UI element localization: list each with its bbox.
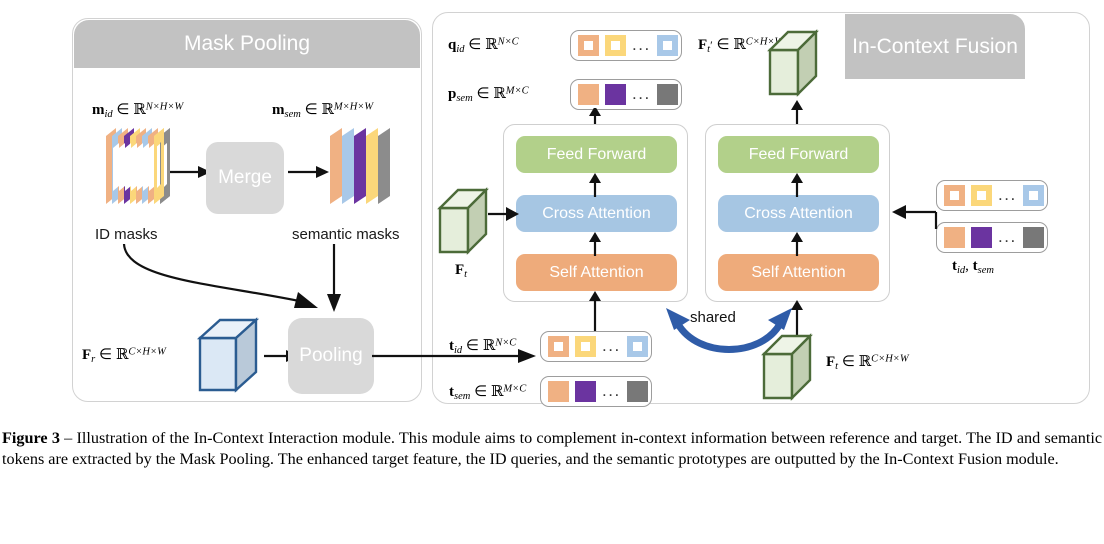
token-sem-1 <box>578 84 599 105</box>
token-ellipsis: ... <box>998 185 1017 205</box>
id-masks-math-label: mid ∈ ℝN×H×W <box>92 100 184 120</box>
arrow-sa-to-ca-right <box>791 232 803 256</box>
token-sem-m <box>656 84 678 105</box>
context-sem-token-strip: ... <box>936 222 1048 253</box>
arrow-ca-to-ff-right <box>791 173 803 197</box>
arrow-semantic-to-pooling <box>327 244 341 312</box>
arrow-sa-to-ca-left <box>589 232 601 256</box>
token-id-2 <box>605 35 626 56</box>
semantic-masks-stack <box>328 128 408 229</box>
token-id-n <box>626 336 648 357</box>
in-context-fusion-title: In-Context Fusion <box>845 14 1025 79</box>
token-sem-1 <box>944 227 965 248</box>
token-ellipsis: ... <box>632 35 651 55</box>
caption-label: Figure 3 <box>2 429 60 447</box>
ft-label-left: Ft <box>455 262 468 280</box>
reference-feature-cube <box>196 314 270 403</box>
pooling-block[interactable]: Pooling <box>288 318 374 394</box>
t-sem-math-label: tsem ∈ ℝM×C <box>449 382 527 402</box>
output-target-feature-cube <box>766 28 828 107</box>
token-sem-2 <box>605 84 626 105</box>
figure-caption: Figure 3 – Illustration of the In-Contex… <box>2 428 1102 471</box>
token-id-1 <box>578 35 599 56</box>
reference-feature-math-label: Fr ∈ ℝC×H×W <box>82 345 166 365</box>
self-attention-layer-left[interactable]: Self Attention <box>516 254 677 291</box>
p-sem-math-label: psem ∈ ℝM×C <box>448 84 529 104</box>
merge-block[interactable]: Merge <box>206 142 284 214</box>
mask-pooling-title: Mask Pooling <box>74 20 420 68</box>
caption-dash: – <box>59 429 77 447</box>
token-sem-2 <box>971 227 992 248</box>
q-id-math-label: qid ∈ ℝN×C <box>448 35 519 55</box>
token-sem-m <box>626 381 648 402</box>
token-ellipsis: ... <box>602 336 621 356</box>
token-id-1 <box>548 336 569 357</box>
t-id-token-strip: ... <box>540 331 652 362</box>
token-ellipsis: ... <box>632 84 651 104</box>
transformer-block-right: Feed Forward Cross Attention Self Attent… <box>705 124 890 302</box>
semantic-masks-math-label: msem ∈ ℝM×H×W <box>272 100 374 120</box>
feed-forward-layer-right[interactable]: Feed Forward <box>718 136 879 173</box>
arrow-ft-to-ca-left <box>488 207 519 221</box>
token-id-n <box>1022 185 1044 206</box>
token-sem-m <box>1022 227 1044 248</box>
target-feature-cube-left <box>436 186 498 265</box>
token-id-n <box>656 35 678 56</box>
token-id-2 <box>575 336 596 357</box>
q-id-token-strip: ... <box>570 30 682 61</box>
token-sem-1 <box>548 381 569 402</box>
token-id-1 <box>944 185 965 206</box>
cross-attention-layer-right[interactable]: Cross Attention <box>718 195 879 232</box>
figure-canvas: Mask Pooling In-Context Fusion mid ∈ ℝN×… <box>0 0 1104 420</box>
context-id-token-strip: ... <box>936 180 1048 211</box>
token-ellipsis: ... <box>998 227 1017 247</box>
shared-label: shared <box>690 309 736 326</box>
token-sem-2 <box>575 381 596 402</box>
arrow-context-tokens-to-ca-right <box>892 205 938 229</box>
feed-forward-layer-left[interactable]: Feed Forward <box>516 136 677 173</box>
arrow-tokens-to-sa-left <box>589 291 601 331</box>
p-sem-token-strip: ... <box>570 79 682 110</box>
self-attention-layer-right[interactable]: Self Attention <box>718 254 879 291</box>
token-ellipsis: ... <box>602 381 621 401</box>
arrow-ca-to-ff-left <box>589 173 601 197</box>
t-sem-token-strip: ... <box>540 376 652 407</box>
t-id-math-label: tid ∈ ℝN×C <box>449 336 517 356</box>
caption-text: Illustration of the In-Context Interacti… <box>2 429 1103 469</box>
token-id-2 <box>971 185 992 206</box>
t-id-t-sem-label: tid, tsem <box>952 258 995 276</box>
ft-math-label-right: Ft ∈ ℝC×H×W <box>826 352 909 372</box>
cross-attention-layer-left[interactable]: Cross Attention <box>516 195 677 232</box>
arrow-rightblock-to-output <box>791 100 803 126</box>
arrow-merge-to-semantic <box>288 166 329 178</box>
target-feature-cube-right <box>760 332 822 411</box>
transformer-block-left: Feed Forward Cross Attention Self Attent… <box>503 124 688 302</box>
